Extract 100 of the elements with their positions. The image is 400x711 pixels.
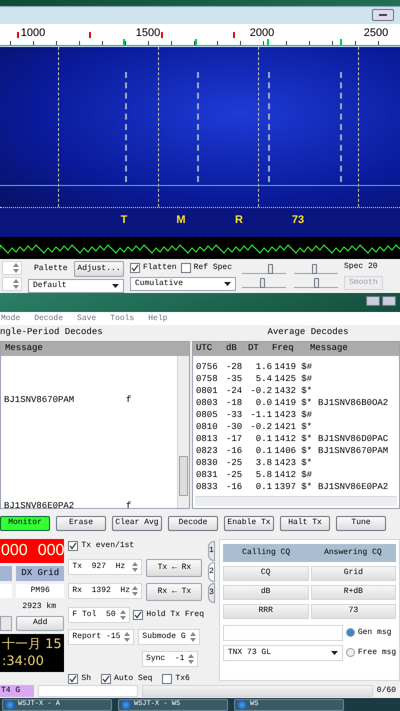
- button[interactable]: Erase: [56, 516, 106, 530]
- message-field[interactable]: [222, 624, 343, 641]
- free-message-dropdown[interactable]: TNX 73 GL: [222, 644, 343, 661]
- message-cell-text: BJ1SNV8670PAM: [4, 394, 76, 407]
- maximize-button[interactable]: [382, 296, 396, 306]
- db-cell-text: -24: [226, 384, 244, 397]
- utc-cell-text: 0805: [196, 408, 219, 421]
- dt-cell-text: 5.4: [254, 372, 272, 385]
- slider[interactable]: [294, 264, 338, 274]
- message-button[interactable]: 73: [310, 604, 396, 619]
- column-header: UTC: [196, 342, 214, 355]
- dropdown-arrow-icon[interactable]: [112, 284, 119, 288]
- tab[interactable]: 2: [208, 562, 215, 582]
- checkbox[interactable]: [130, 263, 140, 273]
- minimize-button[interactable]: [372, 9, 394, 21]
- spin-arrows-icon[interactable]: [132, 562, 138, 572]
- spin-arrows-icon[interactable]: [132, 586, 138, 596]
- freq-cell-text: 1423: [273, 456, 296, 469]
- menu-item[interactable]: Save: [77, 312, 96, 325]
- menu-item[interactable]: Mode: [1, 312, 20, 325]
- button[interactable]: Halt Tx: [280, 516, 330, 530]
- slider-thumb[interactable]: [268, 264, 273, 274]
- checkbox[interactable]: [101, 674, 112, 684]
- button[interactable]: Rx ← Tx: [146, 582, 202, 601]
- message-button[interactable]: RRR: [222, 604, 309, 619]
- menu-item[interactable]: Decode: [34, 312, 64, 325]
- button[interactable]: Monitor: [0, 516, 50, 530]
- tab[interactable]: 1: [208, 540, 215, 561]
- slider[interactable]: [242, 278, 286, 288]
- message-button[interactable]: dB: [222, 584, 309, 600]
- freq-cell-text: 1425: [273, 372, 296, 385]
- spin-box[interactable]: Rx 1392 Hz: [68, 582, 142, 599]
- freq-cell-text: 1419: [273, 396, 296, 409]
- checkbox[interactable]: [162, 674, 172, 684]
- mark-cell-text: $#: [300, 408, 312, 421]
- button[interactable]: Enable Tx: [224, 516, 274, 530]
- spin-arrows-icon[interactable]: [13, 263, 19, 273]
- spin-box[interactable]: Submode G: [138, 628, 200, 645]
- checkbox-label: Sh: [81, 672, 92, 685]
- menu-item[interactable]: Tools: [110, 312, 134, 325]
- dx-grid-field[interactable]: PM96: [16, 584, 64, 598]
- button[interactable]: Adjust...: [74, 261, 124, 277]
- button[interactable]: Tune: [336, 516, 386, 530]
- button[interactable]: Decode: [168, 516, 218, 530]
- message-button[interactable]: R+dB: [310, 584, 396, 600]
- spin-box[interactable]: [2, 277, 22, 291]
- mark-cell-text: $*: [300, 420, 312, 433]
- horizontal-scrollbar[interactable]: [195, 496, 397, 506]
- column-header: Answering CQ: [323, 546, 383, 559]
- message-cell-text: BJ1SNV86E0PA2: [4, 500, 76, 513]
- globe-icon: [5, 700, 15, 710]
- palette-dropdown[interactable]: Default: [28, 279, 124, 293]
- mark-cell-text: $#: [300, 468, 312, 481]
- spin-arrows-icon[interactable]: [188, 654, 194, 664]
- checkbox[interactable]: [68, 674, 78, 684]
- checkbox-label: Ref Spec: [194, 262, 232, 274]
- utc-cell-text: 0758: [196, 372, 219, 385]
- spectrum-mode-dropdown[interactable]: Cumulative: [130, 277, 236, 291]
- dropdown-arrow-icon[interactable]: [330, 650, 338, 655]
- dt-cell-text: -1.1: [249, 408, 272, 421]
- button[interactable]: Tx ← Rx: [146, 558, 202, 577]
- tab[interactable]: 3: [208, 582, 215, 603]
- spin-box[interactable]: Report -15: [68, 628, 134, 645]
- spin-box[interactable]: [2, 261, 22, 275]
- utc-cell-text: 0831: [196, 468, 219, 481]
- radio-button[interactable]: [346, 628, 355, 638]
- slider-thumb[interactable]: [260, 278, 265, 288]
- scrollbar[interactable]: [177, 356, 189, 508]
- db-cell-text: -25: [226, 468, 244, 481]
- slider-thumb[interactable]: [314, 278, 319, 288]
- spin-box[interactable]: Sync -1: [142, 650, 198, 667]
- utc-cell-text: 0823: [196, 444, 219, 457]
- radio-button[interactable]: [346, 648, 355, 658]
- tone-label: M: [176, 213, 186, 228]
- radio-label: Free msg: [358, 646, 396, 659]
- spin-box[interactable]: Tx 927 Hz: [68, 558, 142, 575]
- checkbox[interactable]: [133, 610, 144, 620]
- checkbox[interactable]: [68, 540, 78, 551]
- spin-arrows-icon[interactable]: [13, 279, 19, 289]
- scrollbar-thumb[interactable]: [179, 456, 188, 496]
- add-button[interactable]: Add: [16, 616, 64, 631]
- lookup-button[interactable]: [0, 616, 12, 631]
- dropdown-arrow-icon[interactable]: [224, 282, 231, 286]
- slider-thumb[interactable]: [312, 264, 317, 274]
- spin-box[interactable]: F Tol 50: [68, 606, 130, 623]
- message-button[interactable]: Grid: [310, 566, 396, 581]
- checkbox[interactable]: [180, 263, 191, 273]
- freq-cell-text: 1421: [273, 420, 296, 433]
- menu-item[interactable]: Help: [148, 312, 168, 325]
- slider[interactable]: [294, 278, 338, 288]
- time-text: :34:00: [2, 652, 45, 670]
- spin-arrows-icon[interactable]: [120, 610, 126, 620]
- message-button[interactable]: CQ: [222, 566, 309, 581]
- spec-label: Spec 20: [344, 261, 379, 273]
- slider[interactable]: [242, 264, 286, 274]
- spin-arrows-icon[interactable]: [190, 632, 196, 642]
- button[interactable]: Clear Avg: [112, 516, 162, 530]
- utc-cell-text: 0830: [196, 456, 219, 469]
- dt-cell-text: 3.8: [254, 456, 272, 469]
- spin-arrows-icon[interactable]: [124, 632, 130, 642]
